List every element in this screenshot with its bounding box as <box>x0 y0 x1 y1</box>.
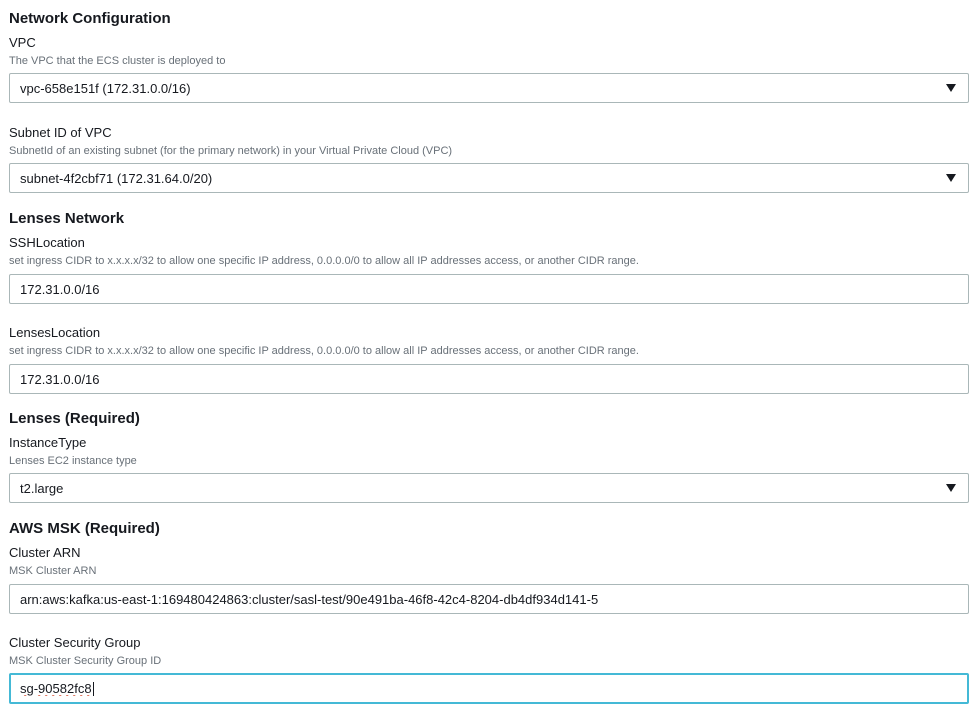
subnet-select-value: subnet-4f2cbf71 (172.31.64.0/20) <box>20 170 213 186</box>
section-title-lenses: Lenses (Required) <box>9 410 140 427</box>
section-title-aws-msk: AWS MSK (Required) <box>9 520 160 537</box>
ssh-location-input[interactable]: 172.31.0.0/16 <box>9 274 969 304</box>
caret-down-icon <box>946 84 956 92</box>
security-group-label: Cluster Security Group <box>9 635 141 650</box>
instance-type-description: Lenses EC2 instance type <box>9 455 137 467</box>
vpc-select-value: vpc-658e151f (172.31.0.0/16) <box>20 80 191 96</box>
cluster-arn-input[interactable]: arn:aws:kafka:us-east-1:169480424863:clu… <box>9 584 969 614</box>
security-group-value-wrap: sg-90582fc8 <box>20 681 958 697</box>
security-group-description: MSK Cluster Security Group ID <box>9 655 162 667</box>
subnet-description: SubnetId of an existing subnet (for the … <box>9 145 453 157</box>
subnet-select[interactable]: subnet-4f2cbf71 (172.31.64.0/20) <box>9 163 969 193</box>
caret-down-icon <box>946 484 956 492</box>
ssh-location-label: SSHLocation <box>9 235 85 250</box>
lenses-location-description: set ingress CIDR to x.x.x.x/32 to allow … <box>9 345 639 357</box>
instance-type-value: t2.large <box>20 480 64 496</box>
lenses-location-input[interactable]: 172.31.0.0/16 <box>9 364 969 394</box>
lenses-location-label: LensesLocation <box>9 325 101 340</box>
ssh-location-description: set ingress CIDR to x.x.x.x/32 to allow … <box>9 255 639 267</box>
text-cursor <box>92 682 94 697</box>
security-group-input[interactable]: sg-90582fc8 <box>9 673 969 704</box>
instance-type-select[interactable]: t2.large <box>9 473 969 503</box>
cluster-arn-description: MSK Cluster ARN <box>9 565 97 577</box>
ssh-location-value: 172.31.0.0/16 <box>20 281 100 297</box>
section-title-network-configuration: Network Configuration <box>9 10 171 27</box>
cluster-arn-label: Cluster ARN <box>9 545 81 560</box>
lenses-location-value: 172.31.0.0/16 <box>20 371 100 387</box>
vpc-select[interactable]: vpc-658e151f (172.31.0.0/16) <box>9 73 969 103</box>
stack-parameters-form: Network Configuration VPC The VPC that t… <box>0 0 977 714</box>
subnet-label: Subnet ID of VPC <box>9 125 112 140</box>
vpc-label: VPC <box>9 35 36 50</box>
caret-down-icon <box>946 174 956 182</box>
vpc-description: The VPC that the ECS cluster is deployed… <box>9 55 226 67</box>
security-group-value: sg-90582fc8 <box>20 680 92 696</box>
cluster-arn-value: arn:aws:kafka:us-east-1:169480424863:clu… <box>20 591 599 607</box>
instance-type-label: InstanceType <box>9 435 87 450</box>
section-title-lenses-network: Lenses Network <box>9 210 125 227</box>
